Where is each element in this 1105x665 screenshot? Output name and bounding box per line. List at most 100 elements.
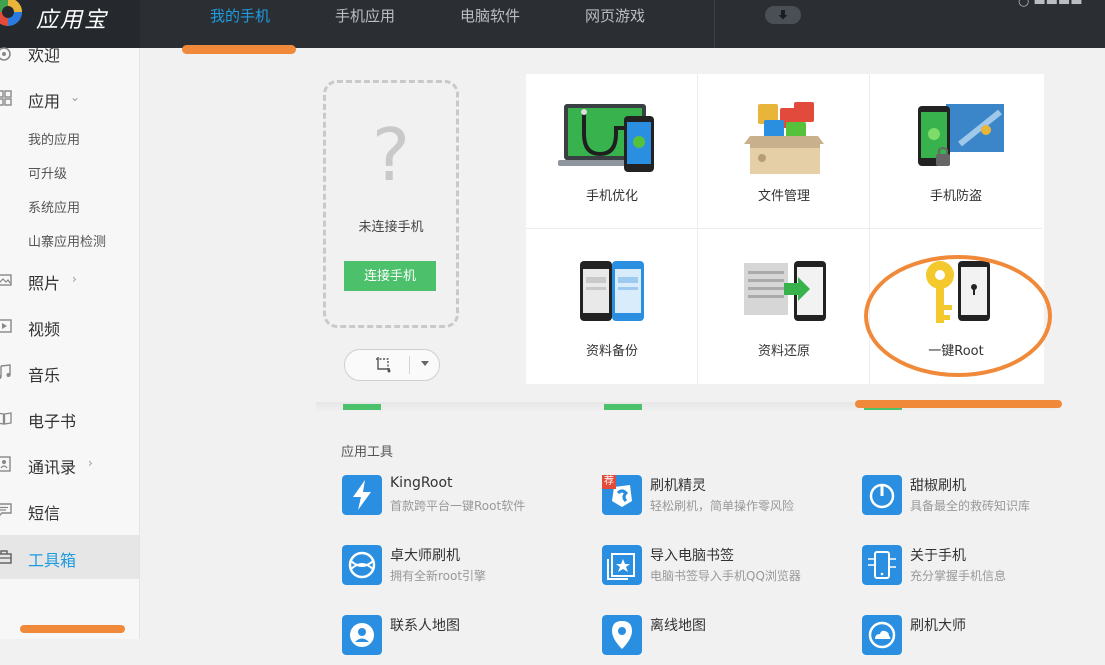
sidebar-item-label: 工具箱 [28,551,77,570]
phone-lock-icon [918,104,1004,166]
sidebar-item-label: 短信 [28,504,61,523]
app-logo-icon [0,0,22,26]
screenshot-divider [409,356,410,374]
sidebar-item-label: 音乐 [28,366,61,385]
sidebar-item-label: 照片 [28,274,61,293]
tool-phone-optimize[interactable]: 手机优化 [526,74,698,229]
annotation-circle-root [864,255,1052,377]
tab-phone-apps[interactable]: 手机应用 [335,5,395,29]
app-desc: 充分掌握手机信息 [910,569,1007,583]
restore-arrow-icon [744,261,826,321]
app-desc: 拥有全新root引擎 [390,569,487,583]
app-name: KingRoot [390,475,453,491]
chevron-right-icon: › [72,272,77,286]
zhuodashi-swirl-icon [342,545,382,585]
app-name: 联系人地图 [390,618,460,634]
app-name: 关于手机 [910,548,966,564]
map-pin-icon [602,615,642,655]
connection-status: 未连接手机 [358,220,424,235]
sidebar-item-label: 电子书 [28,412,77,431]
book-icon [0,412,12,425]
app-shuaji-dashi[interactable]: 刷机大师 [862,615,1102,665]
app-name: 刷机精灵 [650,478,706,494]
top-bar: 应用宝 我的手机 手机应用 电脑软件 网页游戏 ○ ▬▬▬▬ [0,0,1105,48]
tab-my-phone[interactable]: 我的手机 [210,5,270,29]
connect-phone-button[interactable]: 连接手机 [344,261,436,291]
sidebar-item-label: 应用 [28,92,61,111]
message-icon [0,503,12,516]
sidebar-sub-upgradable[interactable]: 可升级 [28,163,67,182]
kingroot-lightning-icon [342,475,382,515]
screenshot-crop-icon [376,357,391,373]
sidebar-item-contacts[interactable]: 通讯录 › [0,442,139,486]
app-offline-map[interactable]: 离线地图 [602,615,842,665]
photo-icon [0,274,12,286]
app-zhuodashi-shuaji[interactable]: 卓大师刷机 拥有全新root引擎 [342,545,582,595]
tool-data-backup[interactable]: 资料备份 [526,229,698,384]
app-import-bookmarks[interactable]: 导入电脑书签 电脑书签导入手机QQ浏览器 [602,545,842,595]
screenshot-button[interactable] [345,350,409,380]
top-divider [714,0,715,48]
green-indicator [343,404,381,410]
app-name: 应用宝 [36,8,109,33]
screenshot-dropdown[interactable] [411,350,439,380]
download-icon [778,10,788,20]
app-name: 甜椒刷机 [910,478,966,494]
sidebar-item-welcome[interactable]: 欢迎 [0,32,139,76]
music-note-icon [0,364,11,379]
sidebar-item-music[interactable]: 音乐 [0,350,139,394]
tool-label: 手机优化 [585,189,638,204]
app-tools-title: 应用工具 [341,445,394,460]
chevron-down-icon: ⌄ [70,90,81,104]
sidebar-item-label: 通讯录 [28,458,77,477]
shuaji-dashi-cloud-icon [862,615,902,655]
app-name: 导入电脑书签 [650,548,734,564]
sidebar-sub-fake-app-check[interactable]: 山寨应用检测 [28,231,106,250]
tool-data-restore[interactable]: 资料还原 [698,229,870,384]
sidebar-item-label: 欢迎 [28,46,61,65]
annotation-underline-tab [182,45,296,54]
screenshot-control [344,349,440,381]
tianjiao-power-icon [862,475,902,515]
app-about-phone[interactable]: 关于手机 充分掌握手机信息 [862,545,1102,595]
tool-label: 资料备份 [585,344,638,359]
sidebar-item-videos[interactable]: 视频 [0,304,139,348]
caret-down-icon [421,361,429,366]
app-tianjiao-shuaji[interactable]: 甜椒刷机 具备最全的救砖知识库 [862,475,1102,525]
app-contact-map[interactable]: 联系人地图 [342,615,582,665]
app-kingroot[interactable]: KingRoot 首款跨平台一键Root软件 [342,475,582,525]
question-mark-icon: ? [371,113,411,197]
chevron-right-icon: › [88,456,93,470]
sidebar-item-toolbox[interactable]: 工具箱 [0,535,139,579]
sidebar-item-sms[interactable]: 短信 [0,488,139,532]
stethoscope-phone-icon [558,104,654,172]
tab-web-games[interactable]: 网页游戏 [585,5,645,29]
tab-pc-software[interactable]: 电脑软件 [460,5,520,29]
bookmark-import-icon [602,545,642,585]
app-desc: 具备最全的救砖知识库 [910,499,1031,513]
sidebar-sub-system-apps[interactable]: 系统应用 [28,197,80,216]
tool-anti-theft[interactable]: 手机防盗 [870,74,1042,229]
annotation-underline-root [855,400,1062,408]
sidebar-item-ebooks[interactable]: 电子书 [0,396,139,440]
annotation-underline-toolbox [20,625,125,633]
top-right-status[interactable]: ○ ▬▬▬▬ [1018,0,1083,9]
app-desc: 首款跨平台一键Root软件 [390,499,526,513]
sidebar-item-photos[interactable]: 照片 › [0,258,139,302]
green-indicator [604,404,642,410]
recommend-badge: 荐 [602,475,616,489]
app-name: 卓大师刷机 [390,548,460,564]
backup-phones-icon [580,261,644,321]
app-name: 刷机大师 [910,618,966,634]
download-button[interactable] [765,6,801,24]
tool-label: 文件管理 [757,189,810,204]
tool-label: 资料还原 [757,344,810,359]
phone-info-icon [862,545,902,585]
sidebar-item-label: 视频 [28,320,61,339]
sidebar-sub-my-apps[interactable]: 我的应用 [28,129,80,148]
app-name: 离线地图 [650,618,706,634]
app-shuaji-jingling[interactable]: 荐 刷机精灵 轻松刷机，简单操作零风险 [602,475,842,525]
sidebar-item-apps[interactable]: 应用 ⌄ [0,76,139,120]
tool-file-manager[interactable]: 文件管理 [698,74,870,229]
video-icon [0,319,12,333]
